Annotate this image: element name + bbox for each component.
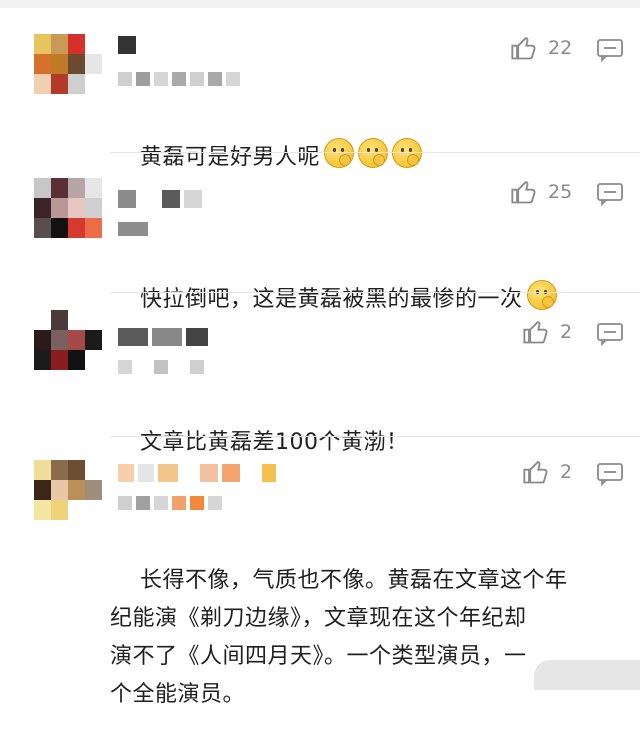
comment-text-content: 长得不像，气质也不像。黄磊在文章这个年 纪能演《剃刀边缘》，文章现在这个年纪却 … — [110, 568, 568, 707]
like-count: 22 — [548, 37, 573, 59]
comment-meta-blurred — [118, 360, 204, 376]
divider — [110, 152, 640, 153]
thumbs-up-icon — [523, 321, 548, 344]
username-blurred[interactable] — [118, 326, 208, 348]
like-count: 2 — [560, 321, 573, 343]
divider — [110, 292, 640, 293]
avatar[interactable] — [34, 310, 102, 370]
avatar[interactable] — [34, 178, 102, 238]
comment-icon[interactable] — [596, 462, 624, 486]
thinking-face-emoji-icon — [324, 138, 354, 168]
like-button[interactable]: 2 — [522, 318, 572, 346]
thinking-face-emoji-icon — [392, 138, 422, 168]
floating-reply-bubble[interactable] — [534, 660, 640, 690]
avatar[interactable] — [34, 460, 102, 520]
username-blurred[interactable] — [118, 188, 202, 210]
top-bar — [0, 0, 640, 8]
comment-text-content: 文章比黄磊差100个黄渤！ — [139, 430, 409, 455]
thinking-face-emoji-icon — [358, 138, 388, 168]
like-count: 2 — [560, 461, 573, 483]
comment-icon[interactable] — [596, 182, 624, 206]
like-button[interactable]: 2 — [522, 458, 572, 486]
thumbs-up-icon — [511, 181, 536, 204]
comment-text-content: 快拉倒吧，这是黄磊被黑的最惨的一次 — [139, 287, 523, 312]
comment-meta-blurred — [118, 72, 240, 88]
comment-text: 长得不像，气质也不像。黄磊在文章这个年 纪能演《剃刀边缘》，文章现在这个年纪却 … — [110, 524, 600, 752]
avatar[interactable] — [34, 34, 102, 94]
comment-icon[interactable] — [596, 322, 624, 346]
like-button[interactable]: 25 — [510, 178, 572, 206]
thumbs-up-icon — [523, 461, 548, 484]
comment-meta-blurred — [118, 222, 166, 238]
like-count: 25 — [548, 181, 573, 203]
thinking-face-emoji-icon — [526, 280, 557, 310]
like-button[interactable]: 22 — [510, 34, 572, 62]
comment-text-content: 黄磊可是好男人呢 — [139, 145, 320, 170]
comment-meta-blurred — [118, 496, 222, 512]
username-blurred[interactable] — [118, 462, 276, 484]
thumbs-up-icon — [511, 37, 536, 60]
username-blurred[interactable] — [118, 34, 136, 56]
comment-icon[interactable] — [596, 38, 624, 62]
divider — [110, 436, 640, 437]
